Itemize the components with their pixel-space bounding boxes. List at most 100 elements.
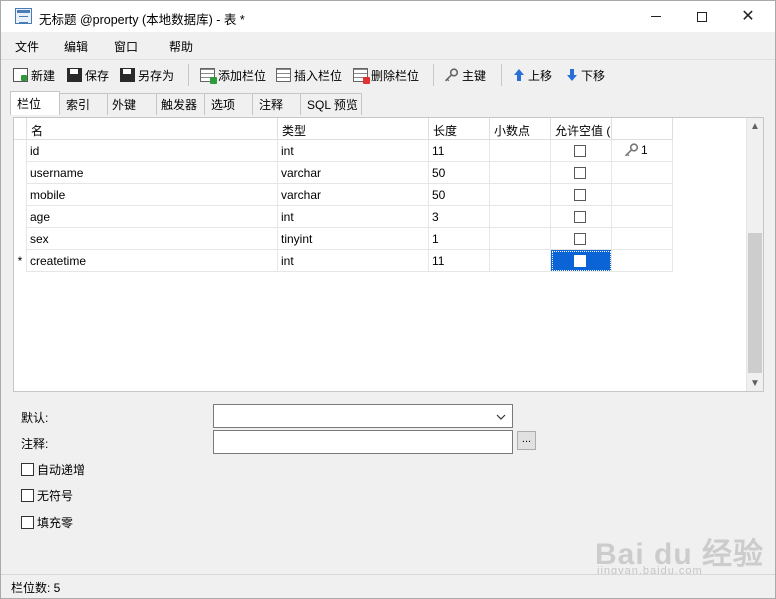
allow-null-checkbox[interactable] (574, 189, 586, 201)
field-type-cell[interactable]: varchar (278, 184, 429, 206)
scroll-thumb[interactable] (748, 233, 762, 373)
field-length-cell[interactable]: 11 (429, 250, 490, 272)
field-name-cell[interactable]: mobile (27, 184, 278, 206)
auto-increment-option[interactable]: 自动递增 (21, 461, 85, 478)
zerofill-checkbox[interactable] (21, 516, 34, 529)
allow-null-cell[interactable] (551, 184, 612, 206)
header-name[interactable]: 名 (27, 118, 278, 140)
add-field-icon (200, 68, 217, 84)
key-cell[interactable]: 1 (612, 140, 673, 162)
save-as-button[interactable]: 另存为 (120, 66, 174, 84)
close-button[interactable]: ✕ (725, 1, 771, 32)
baidu-watermark: Bai du 经验 jingyan.baidu.com (595, 515, 765, 583)
field-decimals-cell[interactable] (490, 250, 551, 272)
table-row[interactable]: * createtime int 11 (14, 250, 673, 272)
save-button[interactable]: 保存 (67, 66, 109, 84)
header-allow-null[interactable]: 允许空值 ( (551, 118, 612, 140)
field-name-cell[interactable]: id (27, 140, 278, 162)
field-type-cell[interactable]: tinyint (278, 228, 429, 250)
header-type[interactable]: 类型 (278, 118, 429, 140)
row-marker (14, 162, 27, 184)
field-length-cell[interactable]: 50 (429, 162, 490, 184)
allow-null-checkbox[interactable] (574, 211, 586, 223)
allow-null-checkbox[interactable] (574, 255, 586, 267)
comment-expand-button[interactable]: ... (517, 431, 536, 450)
delete-field-button[interactable]: 删除栏位 (353, 66, 419, 84)
tab-fields[interactable]: 栏位 (10, 91, 60, 115)
scroll-down-icon[interactable]: ▼ (747, 375, 763, 391)
unsigned-option[interactable]: 无符号 (21, 487, 73, 504)
menu-file[interactable]: 文件 (15, 38, 39, 55)
field-decimals-cell[interactable] (490, 184, 551, 206)
table-row[interactable]: mobile varchar 50 (14, 184, 673, 206)
tab-options[interactable]: 选项 (204, 93, 253, 115)
menu-help[interactable]: 帮助 (169, 38, 193, 55)
row-marker (14, 228, 27, 250)
key-cell[interactable] (612, 184, 673, 206)
field-type-cell[interactable]: int (278, 250, 429, 272)
field-length-cell[interactable]: 50 (429, 184, 490, 206)
auto-increment-checkbox[interactable] (21, 463, 34, 476)
toolbar-separator (188, 64, 189, 86)
tab-sql-preview[interactable]: SQL 预览 (300, 93, 362, 115)
primary-key-button[interactable]: 主键 (444, 66, 486, 84)
field-decimals-cell[interactable] (490, 140, 551, 162)
field-name-cell[interactable]: sex (27, 228, 278, 250)
field-name-cell[interactable]: createtime (27, 250, 278, 272)
field-name-cell[interactable]: age (27, 206, 278, 228)
header-decimals[interactable]: 小数点 (490, 118, 551, 140)
table-row[interactable]: id int 11 1 (14, 140, 673, 162)
vertical-scrollbar[interactable]: ▲ ▼ (746, 118, 763, 391)
allow-null-checkbox[interactable] (574, 233, 586, 245)
allow-null-cell[interactable] (551, 228, 612, 250)
insert-field-button[interactable]: 插入栏位 (276, 66, 342, 84)
table-designer-icon (15, 8, 32, 24)
allow-null-cell[interactable] (551, 140, 612, 162)
scroll-up-icon[interactable]: ▲ (747, 118, 763, 134)
tab-foreign-keys[interactable]: 外键 (107, 93, 157, 115)
field-decimals-cell[interactable] (490, 162, 551, 184)
field-type-cell[interactable]: varchar (278, 162, 429, 184)
tab-indexes[interactable]: 索引 (59, 93, 108, 115)
field-length-cell[interactable]: 11 (429, 140, 490, 162)
allow-null-checkbox[interactable] (574, 145, 586, 157)
move-up-button[interactable]: 上移 (513, 66, 552, 84)
move-down-button[interactable]: 下移 (566, 66, 605, 84)
new-button[interactable]: 新建 (13, 66, 55, 84)
header-length[interactable]: 长度 (429, 118, 490, 140)
minimize-button[interactable] (633, 1, 679, 32)
allow-null-cell[interactable] (551, 250, 612, 272)
allow-null-cell[interactable] (551, 162, 612, 184)
field-length-cell[interactable]: 3 (429, 206, 490, 228)
comment-input[interactable] (213, 430, 513, 454)
key-cell[interactable] (612, 250, 673, 272)
table-row[interactable]: age int 3 (14, 206, 673, 228)
key-cell[interactable] (612, 162, 673, 184)
menu-edit[interactable]: 编辑 (64, 38, 88, 55)
field-type-cell[interactable]: int (278, 206, 429, 228)
key-cell[interactable] (612, 206, 673, 228)
field-name-cell[interactable]: username (27, 162, 278, 184)
table-row[interactable]: username varchar 50 (14, 162, 673, 184)
field-type-cell[interactable]: int (278, 140, 429, 162)
tab-comment[interactable]: 注释 (252, 93, 301, 115)
delete-field-icon (353, 68, 370, 84)
add-field-button[interactable]: 添加栏位 (200, 66, 266, 84)
allow-null-checkbox[interactable] (574, 167, 586, 179)
zerofill-option[interactable]: 填充零 (21, 514, 73, 531)
menu-window[interactable]: 窗口 (114, 38, 138, 55)
field-length-cell[interactable]: 1 (429, 228, 490, 250)
grid-header: 名 类型 长度 小数点 允许空值 ( (14, 118, 673, 140)
tab-triggers[interactable]: 触发器 (156, 93, 205, 115)
allow-null-cell[interactable] (551, 206, 612, 228)
maximize-button[interactable] (679, 1, 725, 32)
unsigned-checkbox[interactable] (21, 489, 34, 502)
field-count: 栏位数: 5 (11, 581, 61, 595)
key-cell[interactable] (612, 228, 673, 250)
header-key[interactable] (612, 118, 673, 140)
menu-bar: 文件 编辑 窗口 帮助 (1, 32, 775, 59)
field-decimals-cell[interactable] (490, 228, 551, 250)
default-select[interactable] (213, 404, 513, 428)
table-row[interactable]: sex tinyint 1 (14, 228, 673, 250)
field-decimals-cell[interactable] (490, 206, 551, 228)
